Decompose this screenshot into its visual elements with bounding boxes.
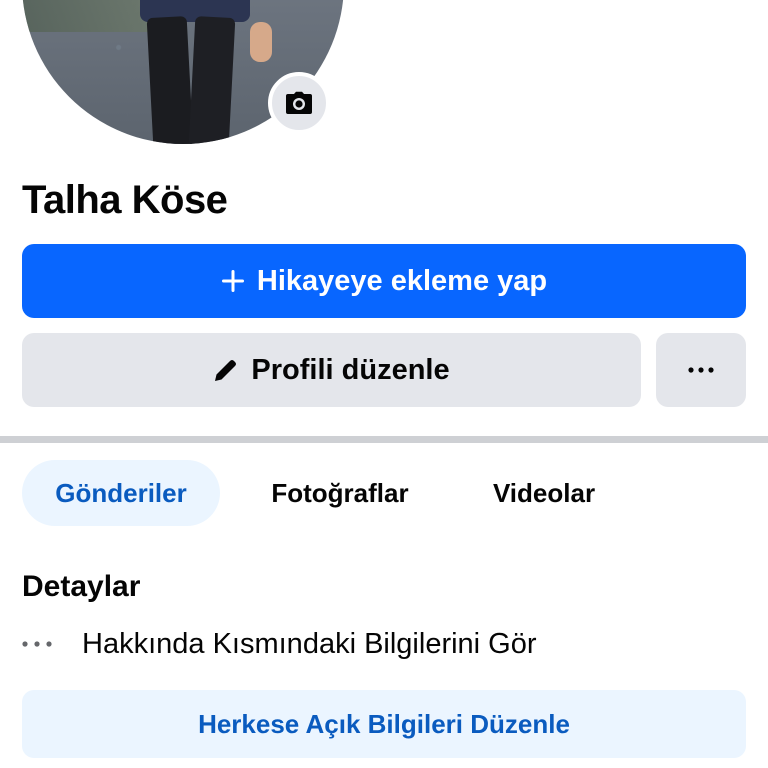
edit-public-details-button[interactable]: Herkese Açık Bilgileri Düzenle <box>22 690 746 758</box>
plus-icon <box>221 270 244 292</box>
tab-posts[interactable]: Gönderiler <box>22 460 220 526</box>
photo-leg-left <box>146 16 194 144</box>
edit-profile-button[interactable]: Profili düzenle <box>22 333 641 407</box>
add-to-story-label: Hikayeye ekleme yap <box>256 264 548 297</box>
more-horizontal-icon <box>688 367 714 373</box>
about-info-link[interactable]: Hakkında Kısmındaki Bilgilerini Gör <box>22 622 537 666</box>
photo-leg-right <box>188 16 236 144</box>
change-photo-button[interactable] <box>268 72 330 134</box>
add-to-story-button[interactable]: Hikayeye ekleme yap <box>22 244 746 318</box>
more-options-button[interactable] <box>656 333 746 407</box>
section-divider <box>0 436 768 443</box>
tab-photos[interactable]: Fotoğraflar <box>236 460 444 526</box>
tab-videos[interactable]: Videolar <box>460 460 628 526</box>
details-title: Detaylar <box>22 570 141 603</box>
ellipsis-icon <box>22 641 52 647</box>
photo-hand <box>250 22 272 62</box>
photo-background <box>22 0 152 32</box>
pencil-icon <box>215 360 237 381</box>
about-info-label: Hakkında Kısmındaki Bilgilerini Gör <box>82 627 537 660</box>
profile-name: Talha Köse <box>22 178 228 222</box>
edit-profile-label: Profili düzenle <box>251 353 450 386</box>
camera-icon <box>286 91 312 114</box>
